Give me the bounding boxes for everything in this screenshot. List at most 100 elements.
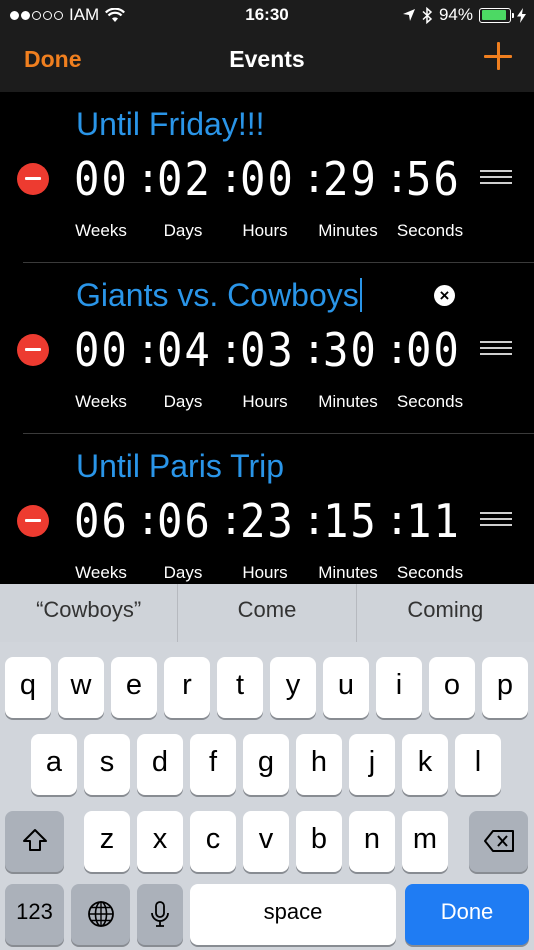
hours-value: 00 (240, 152, 295, 206)
key-e[interactable]: e (111, 657, 157, 718)
minutes-value: 30 (323, 323, 378, 377)
keyboard-done-button[interactable]: Done (405, 884, 529, 945)
numbers-key[interactable]: 123 (5, 884, 64, 945)
seconds-value: 11 (406, 494, 461, 548)
suggestion-item[interactable]: “Cowboys” (0, 584, 179, 642)
time-separator: : (302, 156, 327, 202)
days-value: 06 (157, 494, 212, 548)
days-label: Days (163, 392, 203, 411)
key-r[interactable]: r (164, 657, 210, 718)
seconds-value: 56 (406, 152, 461, 206)
key-v[interactable]: v (243, 811, 289, 872)
key-f[interactable]: f (190, 734, 236, 795)
bluetooth-icon (422, 6, 433, 24)
battery-percent: 94% (438, 5, 473, 24)
event-name[interactable]: Until Paris Trip (76, 448, 284, 485)
suggestion-item[interactable]: Coming (357, 584, 534, 642)
time-separator: : (219, 498, 244, 544)
key-j[interactable]: j (349, 734, 395, 795)
minutes-label: Minutes (318, 221, 378, 240)
key-b[interactable]: b (296, 811, 342, 872)
countdown-display: 00 : 04 : 03 : 30 : 00 (74, 323, 468, 377)
navigation-bar: Done Events (0, 30, 534, 92)
countdown-display: 06 : 06 : 23 : 15 : 11 (74, 494, 468, 548)
key-k[interactable]: k (402, 734, 448, 795)
time-separator: : (385, 327, 410, 373)
key-d[interactable]: d (137, 734, 183, 795)
key-c[interactable]: c (190, 811, 236, 872)
hours-label: Hours (242, 392, 288, 411)
hours-value: 23 (240, 494, 295, 548)
minutes-value: 15 (323, 494, 378, 548)
space-key[interactable]: space (190, 884, 396, 945)
key-o[interactable]: o (429, 657, 475, 718)
unit-labels: Weeks Days Hours Minutes Seconds (0, 563, 534, 584)
event-name[interactable]: Until Friday!!! (76, 106, 264, 143)
globe-icon[interactable] (71, 884, 130, 945)
seconds-value: 00 (406, 323, 461, 377)
key-m[interactable]: m (402, 811, 448, 872)
status-right: 94% (402, 5, 526, 25)
events-list[interactable]: Until Friday!!! 00 : 02 : 00 : 29 : 56 W… (0, 92, 534, 584)
keyboard: “Cowboys” Come Coming q w e r t y u i o … (0, 584, 534, 950)
days-value: 02 (157, 152, 212, 206)
time-separator: : (302, 327, 327, 373)
key-w[interactable]: w (58, 657, 104, 718)
location-arrow-icon (402, 9, 415, 21)
key-l[interactable]: l (455, 734, 501, 795)
time-separator: : (136, 156, 161, 202)
minutes-value: 29 (323, 152, 378, 206)
key-u[interactable]: u (323, 657, 369, 718)
charging-bolt-icon (517, 7, 526, 23)
key-y[interactable]: y (270, 657, 316, 718)
weeks-value: 06 (74, 494, 129, 548)
clear-text-icon[interactable]: × (434, 285, 455, 306)
key-p[interactable]: p (482, 657, 528, 718)
time-separator: : (136, 327, 161, 373)
event-name-input[interactable]: Giants vs. Cowboys (76, 277, 362, 314)
key-a[interactable]: a (31, 734, 77, 795)
weeks-label: Weeks (75, 563, 127, 582)
weeks-label: Weeks (75, 392, 127, 411)
microphone-icon[interactable] (137, 884, 183, 945)
text-cursor (359, 278, 362, 312)
event-name-text: Giants vs. Cowboys (76, 277, 359, 313)
key-g[interactable]: g (243, 734, 289, 795)
page-title: Events (229, 46, 305, 72)
key-i[interactable]: i (376, 657, 422, 718)
key-h[interactable]: h (296, 734, 342, 795)
reorder-handle-icon[interactable] (480, 512, 512, 526)
hours-label: Hours (242, 221, 288, 240)
reorder-handle-icon[interactable] (480, 170, 512, 184)
delete-event-icon[interactable] (17, 163, 49, 195)
plus-icon[interactable] (482, 40, 514, 72)
delete-event-icon[interactable] (17, 334, 49, 366)
delete-event-icon[interactable] (17, 505, 49, 537)
key-s[interactable]: s (84, 734, 130, 795)
unit-labels: Weeks Days Hours Minutes Seconds (0, 221, 534, 243)
battery-icon (479, 7, 514, 23)
time-separator: : (385, 156, 410, 202)
weeks-value: 00 (74, 323, 129, 377)
seconds-label: Seconds (396, 563, 464, 582)
key-z[interactable]: z (84, 811, 130, 872)
event-row: Until Friday!!! 00 : 02 : 00 : 29 : 56 W… (0, 92, 534, 263)
weeks-value: 00 (74, 152, 129, 206)
suggestion-bar: “Cowboys” Come Coming (0, 584, 534, 642)
time-separator: : (136, 498, 161, 544)
event-row: Giants vs. Cowboys × 00 : 04 : 03 : 30 :… (0, 263, 534, 434)
time-separator: : (385, 498, 410, 544)
key-x[interactable]: x (137, 811, 183, 872)
backspace-icon[interactable] (469, 811, 528, 872)
minutes-label: Minutes (318, 563, 378, 582)
seconds-label: Seconds (396, 221, 464, 240)
suggestion-item[interactable]: Come (178, 584, 357, 642)
key-n[interactable]: n (349, 811, 395, 872)
event-row: Until Paris Trip 06 : 06 : 23 : 15 : 11 … (0, 434, 534, 584)
key-q[interactable]: q (5, 657, 51, 718)
hours-value: 03 (240, 323, 295, 377)
reorder-handle-icon[interactable] (480, 341, 512, 355)
key-t[interactable]: t (217, 657, 263, 718)
shift-icon[interactable] (5, 811, 64, 872)
days-label: Days (163, 221, 203, 240)
